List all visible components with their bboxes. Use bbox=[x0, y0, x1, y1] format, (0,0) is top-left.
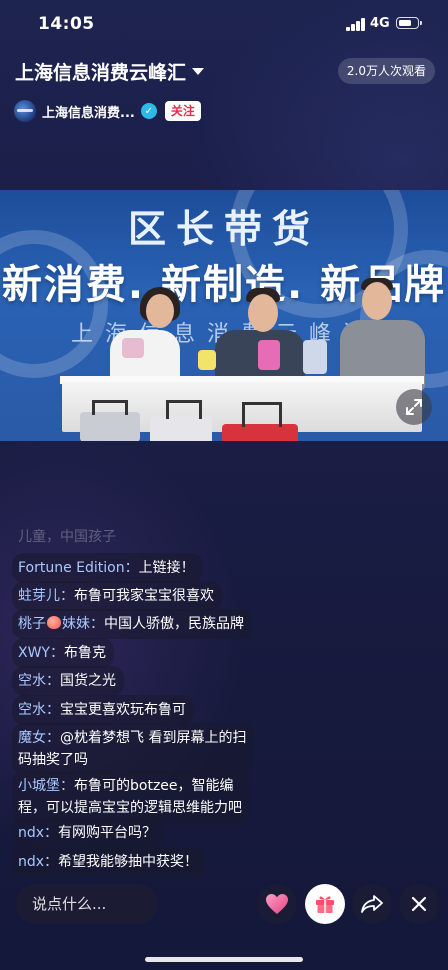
chat-faded-message: 儿童，中国孩子 bbox=[18, 529, 116, 545]
share-button[interactable] bbox=[352, 884, 392, 924]
chat-message: 空水：宝宝更喜欢玩布鲁可 bbox=[12, 695, 194, 725]
close-button[interactable] bbox=[399, 884, 439, 924]
peach-icon bbox=[47, 616, 61, 629]
chat-message: 魔女：@枕着梦想飞 看到屏幕上的扫 码抽奖了吗 bbox=[12, 723, 255, 775]
fullscreen-button[interactable] bbox=[396, 389, 432, 425]
gift-button[interactable] bbox=[305, 884, 345, 924]
live-title: 上海信息消费云峰汇 bbox=[15, 62, 187, 84]
channel-avatar[interactable] bbox=[14, 100, 36, 122]
channel-name[interactable]: 上海信息消费... bbox=[42, 102, 135, 121]
expand-arrows-icon bbox=[406, 399, 422, 415]
gift-icon bbox=[316, 896, 334, 913]
channel-row: 上海信息消费... ✓ 关注 bbox=[14, 100, 201, 122]
live-video[interactable]: 区长带货 新消费. 新制造. 新品牌 上海信息消费云峰汇 bbox=[0, 190, 448, 441]
like-button[interactable] bbox=[257, 884, 297, 924]
battery-icon bbox=[396, 17, 419, 29]
heart-icon bbox=[266, 894, 288, 914]
chat-message: XWY：布鲁克 bbox=[12, 638, 114, 668]
comment-input[interactable]: 说点什么... bbox=[16, 884, 158, 924]
chat-message: ndx：有网购平台吗？ bbox=[12, 818, 165, 848]
network-type: 4G bbox=[370, 16, 390, 31]
status-time: 14:05 bbox=[38, 14, 95, 34]
status-bar: 14:05 4G bbox=[0, 0, 448, 48]
chat-message: 蛀芽儿：布鲁可我家宝宝很喜欢 bbox=[12, 581, 222, 611]
follow-button[interactable]: 关注 bbox=[164, 101, 201, 121]
viewer-count: 2.0万人次观看 bbox=[337, 58, 435, 84]
close-icon bbox=[411, 896, 427, 912]
caret-down-icon bbox=[192, 68, 205, 75]
signal-icon bbox=[346, 18, 366, 31]
verified-check-icon: ✓ bbox=[140, 103, 157, 119]
video-banner-title: 区长带货 bbox=[127, 207, 320, 251]
chat-message: 桃子 妹妹：中国人骄傲，民族品牌 bbox=[12, 609, 252, 639]
chat-message: Fortune Edition：上链接！ bbox=[12, 553, 203, 583]
chat-message: 空水：国货之光 bbox=[12, 666, 124, 696]
share-icon bbox=[361, 895, 383, 913]
home-indicator bbox=[145, 957, 303, 962]
live-title-dropdown[interactable]: 上海信息消费云峰汇 bbox=[15, 58, 205, 85]
chat-message: 小城堡：布鲁可的botzee，智能编 程，可以提高宝宝的逻辑思维能力吧 bbox=[12, 771, 250, 823]
chat-message: ndx：希望我能够抽中获奖！ bbox=[12, 847, 207, 877]
